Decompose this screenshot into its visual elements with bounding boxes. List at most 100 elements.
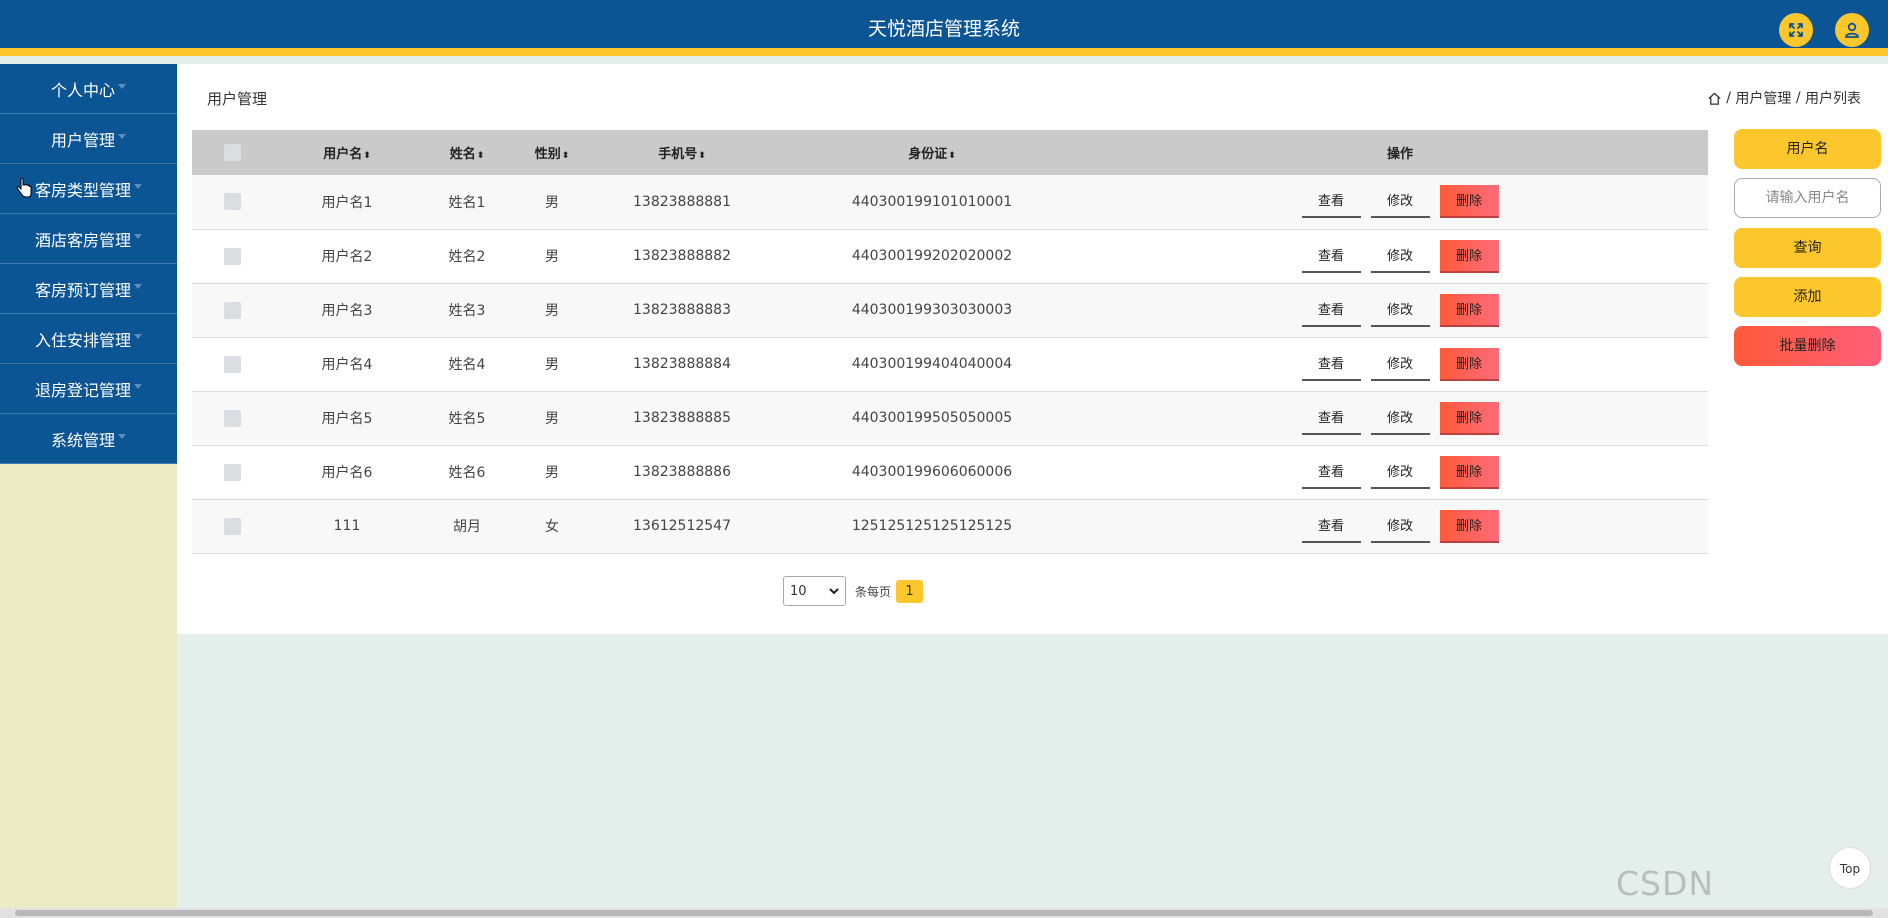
table-header-row: 用户名⬍ 姓名⬍ 性别⬍ 手机号⬍ 身份证⬍ 操作 (192, 130, 1708, 175)
query-button[interactable]: 查询 (1734, 228, 1881, 268)
column-header-name[interactable]: 姓名⬍ (422, 130, 512, 175)
breadcrumb-item-user-list: 用户列表 (1805, 91, 1861, 107)
column-header-idcard[interactable]: 身份证⬍ (772, 130, 1092, 175)
select-all-header (192, 130, 272, 175)
hand-cursor-icon (16, 178, 32, 198)
row-checkbox[interactable] (223, 301, 241, 319)
cell-name: 姓名6 (422, 445, 512, 500)
sidebar-item-check-in-management[interactable]: 入住安排管理 (0, 314, 177, 364)
row-checkbox[interactable] (223, 409, 241, 427)
cell-name: 胡月 (422, 499, 512, 554)
sidebar-item-user-management[interactable]: 用户管理 (0, 114, 177, 164)
scrollbar-thumb[interactable] (15, 910, 1873, 916)
row-checkbox[interactable] (223, 247, 241, 265)
table-row: 用户名1 姓名1 男 13823888881 44030019910101000… (192, 175, 1708, 230)
sidebar-item-personal-center[interactable]: 个人中心 (0, 64, 177, 114)
username-search-input[interactable] (1734, 178, 1881, 218)
caret-down-icon (134, 234, 142, 239)
sidebar-item-label: 酒店客房管理 (34, 230, 131, 250)
cell-phone: 13823888881 (592, 175, 772, 230)
per-page-label: 条每页 (855, 584, 892, 599)
batch-delete-button[interactable]: 批量删除 (1734, 326, 1881, 366)
sidebar-item-label: 客房预订管理 (34, 280, 131, 300)
cell-name: 姓名4 (422, 337, 512, 392)
delete-button[interactable]: 删除 (1439, 401, 1499, 435)
cell-username: 用户名3 (272, 283, 422, 338)
sort-icon: ⬍ (476, 151, 485, 161)
home-icon[interactable] (1707, 91, 1722, 106)
caret-down-icon (134, 184, 142, 189)
caret-down-icon (118, 84, 126, 89)
cell-idcard: 440300199606060006 (772, 445, 1092, 500)
delete-button[interactable]: 删除 (1439, 185, 1499, 219)
cell-phone: 13823888884 (592, 337, 772, 392)
fullscreen-button[interactable] (1779, 13, 1813, 47)
add-button[interactable]: 添加 (1734, 277, 1881, 317)
edit-button[interactable]: 修改 (1370, 510, 1430, 543)
caret-down-icon (118, 434, 126, 439)
app-title: 天悦酒店管理系统 (867, 18, 1020, 40)
sort-icon: ⬍ (363, 151, 371, 161)
view-button[interactable]: 查看 (1301, 348, 1361, 381)
cell-idcard: 440300199101010001 (772, 175, 1092, 230)
cell-gender: 男 (512, 337, 592, 392)
cell-username: 用户名5 (272, 391, 422, 446)
view-button[interactable]: 查看 (1301, 185, 1361, 219)
delete-button[interactable]: 删除 (1439, 509, 1499, 543)
cell-username: 111 (272, 499, 422, 554)
view-button[interactable]: 查看 (1301, 510, 1361, 543)
page-size-value: 10 (790, 583, 807, 599)
sidebar-item-room-booking-management[interactable]: 客房预订管理 (0, 264, 177, 314)
column-header-gender[interactable]: 性别⬍ (512, 130, 592, 175)
breadcrumb-item-user-management[interactable]: 用户管理 (1735, 88, 1791, 108)
view-button[interactable]: 查看 (1301, 240, 1361, 273)
breadcrumb-separator: / (1726, 90, 1731, 106)
sort-icon: ⬍ (698, 151, 706, 161)
sidebar-item-label: 客房类型管理 (34, 180, 131, 200)
user-profile-button[interactable] (1835, 13, 1869, 47)
caret-down-icon (134, 334, 142, 339)
edit-button[interactable]: 修改 (1370, 294, 1430, 327)
delete-button[interactable]: 删除 (1439, 455, 1499, 489)
sidebar-item-hotel-room-management[interactable]: 酒店客房管理 (0, 214, 177, 264)
cell-username: 用户名1 (272, 175, 422, 230)
select-all-checkbox[interactable] (223, 144, 241, 161)
cell-idcard: 440300199404040004 (772, 337, 1092, 392)
edit-button[interactable]: 修改 (1370, 348, 1430, 381)
delete-button[interactable]: 删除 (1439, 293, 1499, 327)
sidebar-item-label: 入住安排管理 (34, 330, 131, 350)
table-row: 用户名2 姓名2 男 13823888882 44030019920202000… (192, 229, 1708, 284)
page-size-select[interactable]: 10 (783, 576, 846, 606)
edit-button[interactable]: 修改 (1370, 456, 1430, 489)
edit-button[interactable]: 修改 (1370, 402, 1430, 435)
edit-button[interactable]: 修改 (1370, 240, 1430, 273)
row-checkbox[interactable] (223, 517, 241, 535)
horizontal-scrollbar[interactable] (0, 908, 1888, 918)
delete-button[interactable]: 删除 (1439, 347, 1499, 381)
view-button[interactable]: 查看 (1301, 294, 1361, 327)
cell-phone: 13823888885 (592, 391, 772, 446)
delete-button[interactable]: 删除 (1439, 239, 1499, 273)
sidebar-item-check-out-management[interactable]: 退房登记管理 (0, 364, 177, 414)
cell-gender: 男 (512, 445, 592, 500)
cell-username: 用户名2 (272, 229, 422, 284)
cell-idcard: 125125125125125125 (772, 499, 1092, 554)
cell-phone: 13823888886 (592, 445, 772, 500)
sidebar-item-system-management[interactable]: 系统管理 (0, 414, 177, 464)
edit-button[interactable]: 修改 (1370, 185, 1430, 219)
row-checkbox[interactable] (223, 193, 241, 211)
cell-gender: 男 (512, 283, 592, 338)
column-header-username[interactable]: 用户名⬍ (272, 130, 422, 175)
breadcrumb: / 用户管理 / 用户列表 (1707, 88, 1861, 108)
page-number-current[interactable]: 1 (896, 579, 924, 603)
caret-down-icon (118, 134, 126, 139)
sort-icon: ⬍ (561, 151, 570, 161)
column-header-phone[interactable]: 手机号⬍ (592, 130, 772, 175)
table-row: 用户名6 姓名6 男 13823888886 44030019960606000… (192, 445, 1708, 500)
row-checkbox[interactable] (223, 355, 241, 373)
cell-gender: 男 (512, 229, 592, 284)
view-button[interactable]: 查看 (1301, 402, 1361, 435)
row-checkbox[interactable] (223, 463, 241, 481)
view-button[interactable]: 查看 (1301, 456, 1361, 489)
sort-icon: ⬍ (948, 151, 956, 161)
